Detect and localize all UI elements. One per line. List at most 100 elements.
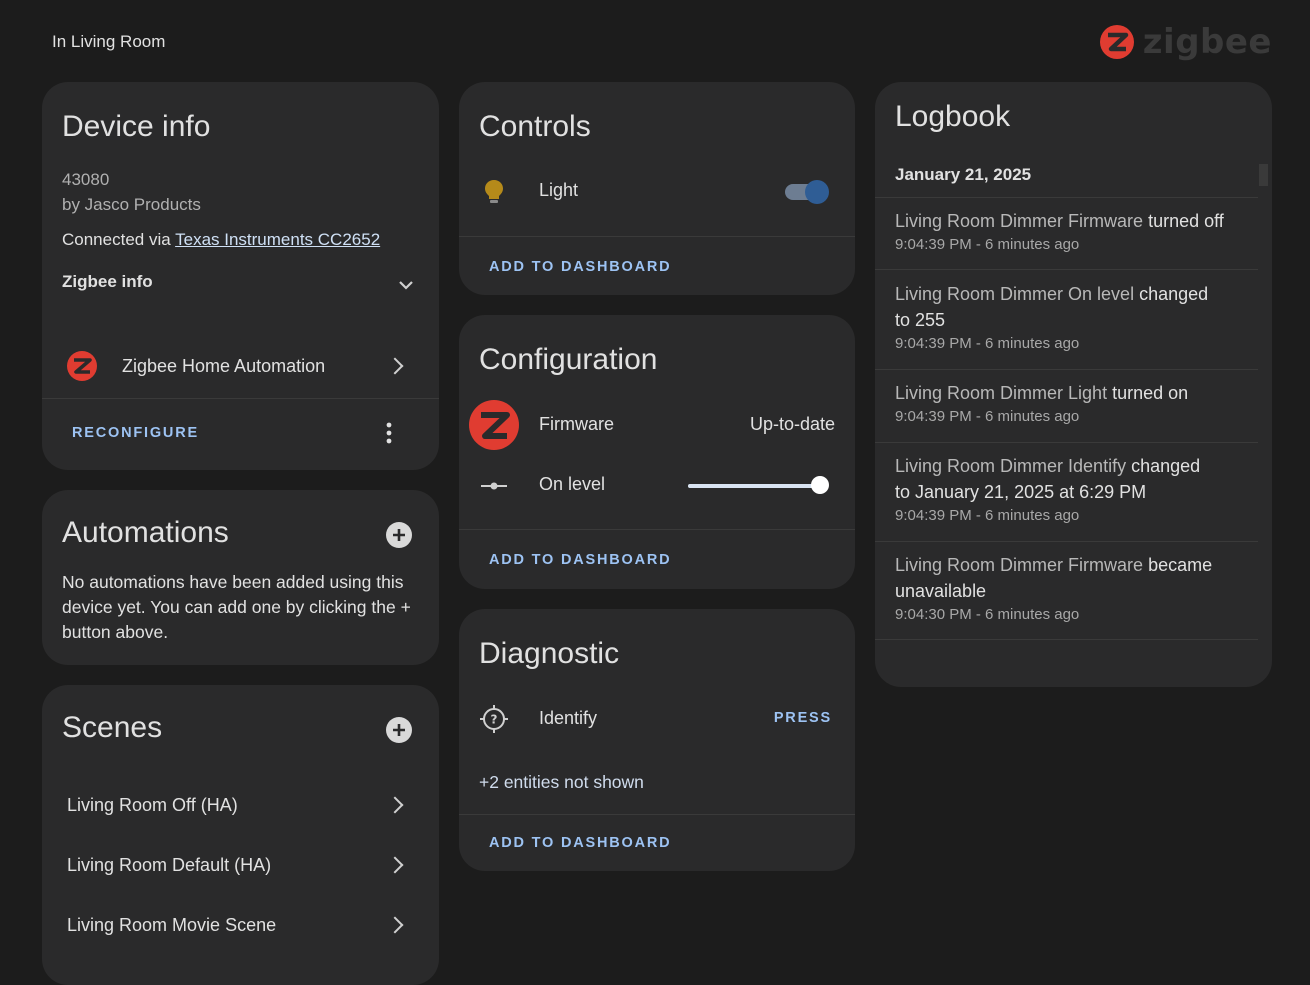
log-action: turned off xyxy=(1148,211,1224,231)
scene-item[interactable]: Living Room Default (HA) xyxy=(42,847,439,883)
divider xyxy=(875,639,1258,640)
zigbee-logo-icon xyxy=(1099,25,1134,59)
logbook-date: January 21, 2025 xyxy=(895,165,1032,184)
add-automation-button[interactable] xyxy=(386,522,412,548)
identify-label: Identify xyxy=(539,708,598,728)
diagnostic-card: Diagnostic ? Identify PRESS +2 entities … xyxy=(459,609,855,871)
divider xyxy=(875,442,1258,443)
log-entry[interactable]: Living Room Dimmer On level changed to 2… xyxy=(895,281,1258,352)
logbook-card: Logbook January 21, 2025 Living Room Dim… xyxy=(875,82,1272,687)
chevron-right-icon xyxy=(386,796,404,814)
light-label: Light xyxy=(539,180,579,200)
slider-fill xyxy=(688,484,820,488)
on-level-label: On level xyxy=(539,474,606,494)
device-model: 43080 xyxy=(62,170,110,189)
slider-icon xyxy=(481,482,507,490)
log-entity: Living Room Dimmer Firmware xyxy=(895,555,1144,575)
add-scene-button[interactable] xyxy=(386,717,412,743)
zigbee-info-label: Zigbee info xyxy=(62,272,153,291)
log-entry-message: Living Room Dimmer Light turned on xyxy=(895,380,1258,406)
automations-card: Automations No automations have been add… xyxy=(42,490,439,665)
scene-item-label: Living Room Off (HA) xyxy=(67,795,238,815)
configuration-title: Configuration xyxy=(479,343,658,376)
zha-logo-icon xyxy=(67,351,97,381)
log-entry[interactable]: Living Room Dimmer Identify changed to J… xyxy=(895,453,1258,524)
more-vert-icon[interactable] xyxy=(386,422,392,444)
controls-card: Controls Light ADD TO DASHBOARD xyxy=(459,82,855,295)
chevron-right-icon xyxy=(386,856,404,874)
press-button[interactable]: PRESS xyxy=(774,710,832,726)
connected-via-label: Connected via xyxy=(62,230,176,249)
light-toggle[interactable] xyxy=(783,180,829,204)
log-entity: Living Room Dimmer Light xyxy=(895,383,1108,403)
log-entry[interactable]: Living Room Dimmer Firmware became unava… xyxy=(895,552,1258,623)
plus-icon xyxy=(393,529,405,541)
coordinator-link[interactable]: Texas Instruments CC2652 xyxy=(175,230,380,249)
log-time: 9:04:30 PM - 6 minutes ago xyxy=(895,606,1080,623)
firmware-state[interactable]: Up-to-date xyxy=(750,414,835,435)
device-info-title: Device info xyxy=(62,110,211,143)
logbook-scrollbar[interactable] xyxy=(1259,164,1268,186)
automations-title: Automations xyxy=(62,516,229,549)
on-level-slider[interactable] xyxy=(688,475,830,497)
chevron-down-icon xyxy=(399,281,413,290)
scenes-card: Scenes Living Room Off (HA) Living Room … xyxy=(42,685,439,985)
divider xyxy=(42,398,439,399)
divider xyxy=(459,236,855,237)
log-entry-message: Living Room Dimmer Identify changed to J… xyxy=(895,453,1258,505)
log-time: 9:04:39 PM - 6 minutes ago xyxy=(895,236,1080,253)
device-manufacturer: by Jasco Products xyxy=(62,195,201,214)
log-entry[interactable]: Living Room Dimmer Light turned on 9:04:… xyxy=(895,380,1258,425)
scene-item[interactable]: Living Room Movie Scene xyxy=(42,907,439,943)
divider xyxy=(459,529,855,530)
identify-icon: ? xyxy=(480,705,508,733)
toggle-thumb xyxy=(805,180,829,204)
scene-item-label: Living Room Default (HA) xyxy=(67,855,272,875)
zigbee-wordmark: zigbee xyxy=(1142,22,1272,62)
log-time: 9:04:39 PM - 6 minutes ago xyxy=(895,335,1080,352)
integration-row[interactable]: Zigbee Home Automation xyxy=(42,344,439,388)
svg-text:?: ? xyxy=(491,713,498,727)
slider-thumb[interactable] xyxy=(811,476,829,494)
scene-item-label: Living Room Movie Scene xyxy=(67,915,277,935)
zigbee-info-expander[interactable]: Zigbee info xyxy=(62,272,415,302)
controls-title: Controls xyxy=(479,110,591,143)
device-info-card: Device info 43080 by Jasco Products Conn… xyxy=(42,82,439,470)
chevron-right-icon xyxy=(386,357,404,375)
add-to-dashboard-button[interactable]: ADD TO DASHBOARD xyxy=(489,552,671,568)
log-entity: Living Room Dimmer Firmware xyxy=(895,211,1144,231)
divider xyxy=(875,541,1258,542)
log-time: 9:04:39 PM - 6 minutes ago xyxy=(895,507,1080,524)
integration-label: Zigbee Home Automation xyxy=(122,356,326,376)
divider xyxy=(459,814,855,815)
log-entity: Living Room Dimmer Identify xyxy=(895,456,1127,476)
log-entry-message: Living Room Dimmer Firmware became unava… xyxy=(895,552,1258,604)
log-time: 9:04:39 PM - 6 minutes ago xyxy=(895,408,1080,425)
log-entry[interactable]: Living Room Dimmer Firmware turned off 9… xyxy=(895,208,1258,253)
divider xyxy=(875,269,1258,270)
divider xyxy=(875,197,1258,198)
log-entry-message: Living Room Dimmer On level changed to 2… xyxy=(895,281,1258,333)
log-entry-message: Living Room Dimmer Firmware turned off xyxy=(895,208,1258,234)
zigbee-brand: zigbee xyxy=(1099,22,1272,62)
connected-via: Connected via Texas Instruments CC2652 xyxy=(62,230,380,250)
add-to-dashboard-button[interactable]: ADD TO DASHBOARD xyxy=(489,835,671,851)
log-action: turned on xyxy=(1112,383,1189,403)
logbook-title: Logbook xyxy=(895,100,1011,133)
lightbulb-icon xyxy=(485,180,503,203)
area-link[interactable]: In Living Room xyxy=(52,32,165,52)
add-to-dashboard-button[interactable]: ADD TO DASHBOARD xyxy=(489,259,671,275)
log-entity: Living Room Dimmer On level xyxy=(895,284,1135,304)
scene-item[interactable]: Living Room Off (HA) xyxy=(42,787,439,823)
hidden-entities-link[interactable]: +2 entities not shown xyxy=(479,772,644,793)
chevron-right-icon xyxy=(386,916,404,934)
plus-icon xyxy=(393,724,405,736)
configuration-card: Configuration Firmware Up-to-date On lev… xyxy=(459,315,855,589)
diagnostic-title: Diagnostic xyxy=(479,637,620,670)
firmware-label: Firmware xyxy=(539,414,614,434)
scenes-title: Scenes xyxy=(62,711,163,744)
zigbee-firmware-icon xyxy=(469,400,519,450)
automations-empty-text: No automations have been added using thi… xyxy=(62,572,411,642)
divider xyxy=(875,369,1258,370)
reconfigure-button[interactable]: RECONFIGURE xyxy=(72,425,199,441)
